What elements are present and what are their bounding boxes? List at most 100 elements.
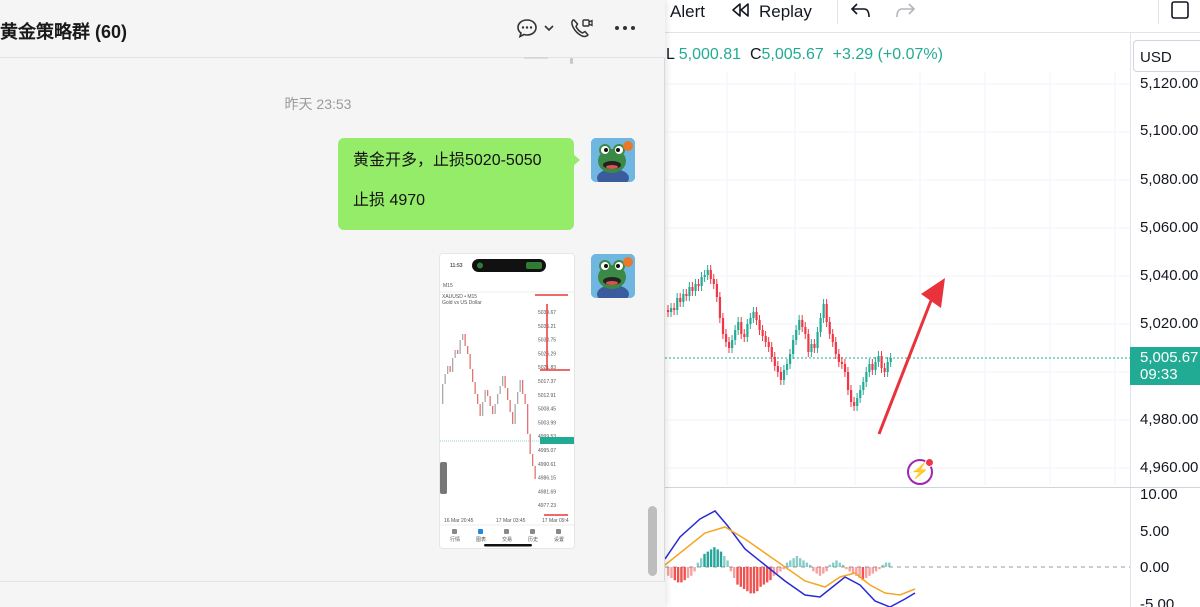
image-message[interactable]: 11:53 M15 XAUUSD • M15 Gold vs US Dollar… — [439, 253, 575, 549]
price-axis-label: 5,060.00 — [1140, 219, 1199, 236]
histogram-bar — [696, 562, 700, 567]
candle-body — [773, 357, 776, 366]
phone-candle — [442, 384, 444, 404]
histogram-bar — [742, 567, 746, 589]
histogram-bar — [835, 560, 838, 567]
histogram-bar — [683, 567, 686, 581]
phone-candle — [519, 380, 521, 392]
candle-body — [859, 390, 862, 398]
phone-axis-label: 4995.07 — [538, 448, 556, 454]
price-axis-label: 4,960.00 — [1140, 459, 1199, 476]
phone-candle — [497, 394, 499, 404]
histogram-bar — [832, 562, 835, 567]
phone-candle — [514, 404, 516, 424]
phone-candle — [527, 404, 529, 434]
histogram-bar — [723, 556, 726, 567]
redo-icon — [894, 1, 916, 24]
avatar[interactable] — [591, 254, 635, 298]
histogram-bar — [792, 558, 795, 567]
histogram-bar — [686, 567, 690, 578]
macd-indicator-pane[interactable] — [665, 489, 1130, 607]
phone-date-label: 17 Mar 09:4 — [542, 518, 569, 524]
candle-body — [709, 270, 712, 279]
fullscreen-button[interactable] — [1170, 0, 1190, 24]
price-axis-label: 5,020.00 — [1140, 315, 1199, 332]
indicator-axis-label: -5.00 — [1140, 596, 1175, 607]
candle-body — [798, 320, 801, 330]
currency-selector[interactable]: USD — [1133, 40, 1200, 72]
previous-message-fragment-bar — [570, 58, 573, 64]
phone-side-handle — [440, 462, 447, 494]
replay-button[interactable]: Replay — [731, 0, 812, 24]
current-price-value: 5,005.67 — [1140, 349, 1199, 366]
phone-candle — [484, 390, 486, 402]
histogram-bar — [736, 567, 739, 585]
lightning-bolt-icon[interactable]: ⚡ — [907, 458, 934, 485]
phone-candle — [522, 380, 524, 394]
phone-tab-icon — [478, 529, 483, 534]
histogram-bar — [716, 549, 719, 567]
histogram-bar — [762, 567, 766, 585]
replay-icon — [731, 2, 751, 23]
histogram-bar — [812, 567, 815, 572]
histogram-bar — [673, 567, 676, 581]
candle-body — [673, 308, 676, 310]
frog-avatar-icon — [591, 138, 635, 182]
candle-body — [758, 320, 761, 330]
phone-date-label: 16 Mar 20:45 — [444, 518, 474, 524]
price-axis-border — [1130, 33, 1131, 607]
histogram-bar — [726, 560, 729, 567]
histogram-bar — [693, 567, 696, 572]
candle-body — [715, 284, 718, 297]
candle-body — [776, 366, 779, 372]
alert-button[interactable]: Alert — [670, 0, 705, 24]
phone-tab-icon — [556, 529, 561, 534]
histogram-bar — [828, 564, 832, 567]
histogram-bar — [841, 564, 845, 567]
candle-body — [853, 402, 856, 406]
candle-body — [816, 332, 819, 348]
histogram-bar — [779, 567, 782, 572]
histogram-bar — [884, 562, 888, 567]
ohlc-close-key: C — [749, 46, 762, 63]
phone-candle — [447, 366, 449, 374]
histogram-bar — [733, 567, 736, 578]
phone-video-icon[interactable] — [569, 16, 593, 40]
candle-body — [749, 318, 752, 324]
redo-button[interactable] — [894, 0, 916, 24]
candle-body — [700, 277, 703, 286]
phone-tab-icon — [452, 529, 457, 534]
chevron-down-icon[interactable] — [543, 16, 555, 40]
candle-body — [804, 327, 807, 334]
histogram-bar — [752, 567, 756, 594]
phone-tab-label: 图表 — [476, 536, 486, 543]
candle-body — [764, 336, 767, 342]
chat-bubble-icon[interactable] — [516, 16, 538, 40]
candle-body — [734, 330, 737, 340]
histogram-bar — [759, 567, 762, 587]
histogram-bar — [878, 567, 881, 570]
avatar[interactable] — [591, 138, 635, 182]
pane-separator[interactable] — [665, 487, 1200, 488]
phone-screenshot: 11:53 M15 XAUUSD • M15 Gold vs US Dollar… — [440, 254, 574, 548]
undo-button[interactable] — [850, 0, 872, 24]
phone-tab-label: 设置 — [554, 536, 564, 543]
candle-body — [743, 334, 746, 337]
phone-candle — [469, 354, 471, 369]
histogram-bar — [670, 567, 673, 578]
histogram-bar — [871, 567, 874, 574]
histogram-bar — [802, 560, 805, 567]
phone-axis-label: 5012.91 — [538, 393, 556, 399]
text-message-bubble[interactable]: 黄金开多，止损5020-5050 止损 4970 — [338, 138, 580, 230]
phone-axis-label: 4981.69 — [538, 489, 556, 495]
candle-body — [785, 364, 789, 370]
phone-axis-label: 4990.61 — [538, 462, 556, 468]
price-chart-pane[interactable] — [665, 72, 1130, 485]
message-timestamp: 昨天 23:53 — [284, 96, 352, 112]
phone-candle — [534, 466, 536, 479]
chat-scrollbar[interactable] — [648, 506, 657, 576]
message-input-area[interactable] — [0, 581, 665, 607]
candle-body — [697, 284, 700, 286]
candle-body — [819, 318, 822, 332]
more-icon[interactable] — [614, 16, 636, 40]
